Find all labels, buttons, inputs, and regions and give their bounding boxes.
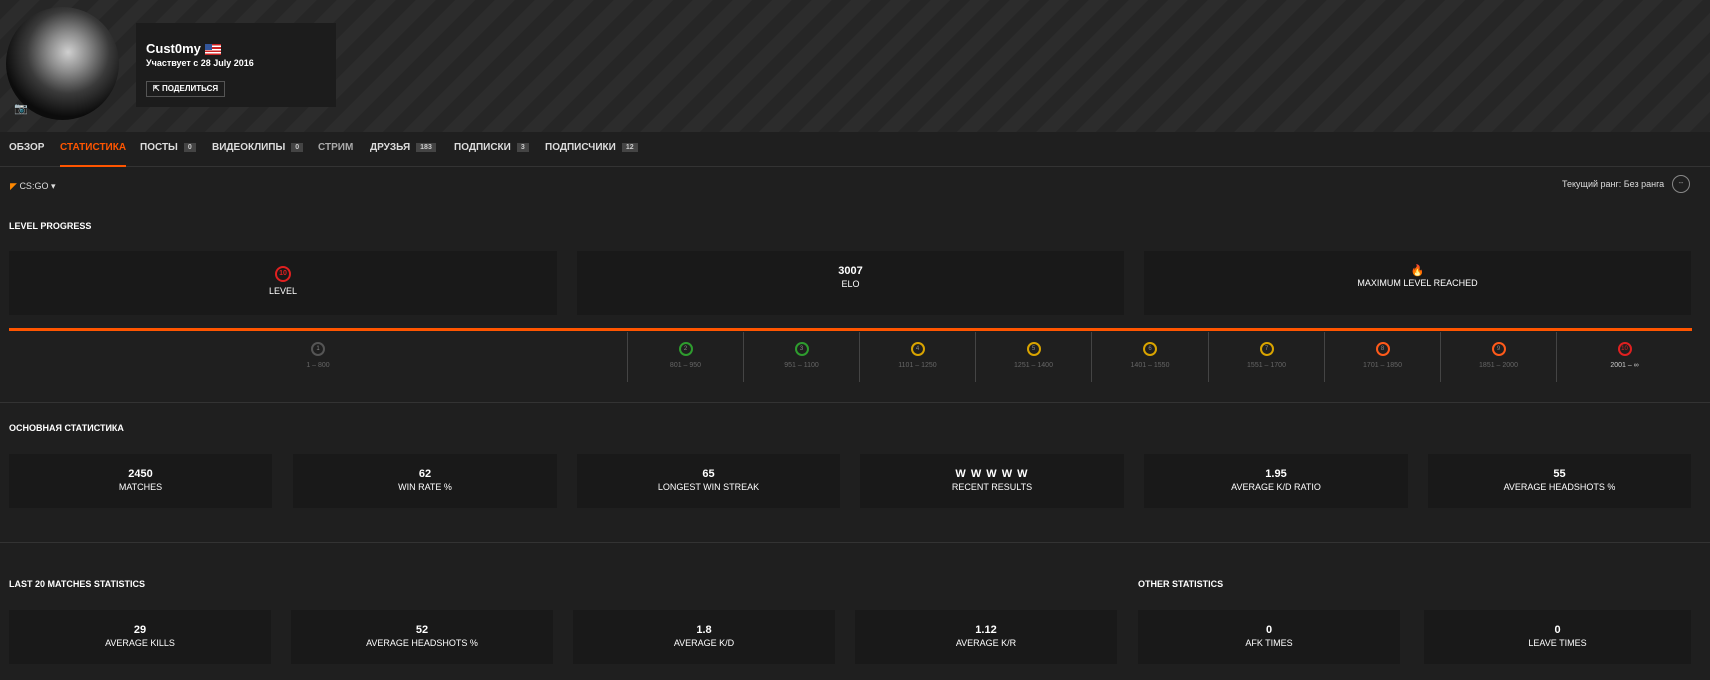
level-10-icon: 10 [275, 266, 291, 282]
level-1-icon: 1 [311, 342, 325, 356]
tab-statistics[interactable]: СТАТИСТИКА [60, 142, 127, 167]
elo-label: ELO [841, 279, 860, 289]
chevron-down-icon: ▾ [50, 181, 56, 191]
stat-card-longest-streak: 65 LONGEST WIN STREAK [577, 454, 840, 508]
username: Cust0my [146, 41, 221, 56]
elo-card: 3007 ELO [577, 251, 1124, 315]
rank-icon: -- [1672, 175, 1690, 193]
level-step-3: 3 951 – 1100 [743, 332, 859, 382]
level-step-9: 9 1851 – 2000 [1440, 332, 1556, 382]
camera-icon[interactable]: 📷 [14, 104, 28, 115]
stat-card-win-rate: 62 WIN RATE % [293, 454, 557, 508]
elo-value: 3007 [838, 265, 863, 277]
stat-card-afk-times: 0 AFK TIMES [1138, 610, 1400, 664]
main-stats-title: ОСНОВНАЯ СТАТИСТИКА [9, 423, 124, 433]
tab-stream[interactable]: СТРИМ [318, 142, 353, 153]
level-2-icon: 2 [678, 342, 693, 356]
level-step-6: 6 1401 – 1550 [1091, 332, 1208, 382]
game-selector[interactable]: ◤ CS:GO ▾ [10, 181, 56, 192]
stat-card-leave-times: 0 LEAVE TIMES [1424, 610, 1691, 664]
level-7-icon: 7 [1259, 342, 1274, 356]
tab-subscribers[interactable]: ПОДПИСЧИКИ 12 [545, 142, 638, 153]
last20-title: LAST 20 MATCHES STATISTICS [9, 579, 146, 589]
level-step-2: 2 801 – 950 [627, 332, 743, 382]
tab-posts[interactable]: ПОСТЫ 0 [140, 142, 196, 153]
friends-count-badge: 183 [416, 142, 436, 152]
level-step-5: 5 1251 – 1400 [975, 332, 1091, 382]
stat-card-avg-kd: 1.95 AVERAGE K/D RATIO [1144, 454, 1408, 508]
level-progress-bar [9, 328, 1692, 331]
stat-card-avg-kills: 29 AVERAGE KILLS [9, 610, 271, 664]
max-level-card: 🔥 MAXIMUM LEVEL REACHED [1144, 251, 1691, 315]
videoclips-count-badge: 0 [291, 142, 304, 152]
member-since: Участвует с 28 July 2016 [146, 58, 254, 68]
current-rank: Текущий ранг: Без ранга [1562, 179, 1665, 189]
subscriptions-count-badge: 3 [516, 142, 529, 152]
tab-overview[interactable]: ОБЗОР [9, 142, 44, 153]
stat-card-recent-results: W W W W W RECENT RESULTS [860, 454, 1124, 508]
level-step-4: 4 1101 – 1250 [859, 332, 975, 382]
stat-card-last20-kd: 1.8 AVERAGE K/D [573, 610, 835, 664]
other-stats-title: OTHER STATISTICS [1138, 579, 1224, 589]
profile-nav: ОБЗОР СТАТИСТИКА ПОСТЫ 0 ВИДЕОКЛИПЫ 0 СТРИ… [0, 132, 1710, 167]
stat-card-avg-headshots: 55 AVERAGE HEADSHOTS % [1428, 454, 1691, 508]
share-icon: ⇱ [153, 84, 162, 93]
level-card: 10 LEVEL [9, 251, 557, 315]
level-8-icon: 8 [1375, 342, 1390, 356]
profile-card: Cust0my Участвует с 28 July 2016 ⇱ ПОДЕЛ… [136, 23, 336, 107]
level-6-icon: 6 [1143, 342, 1157, 356]
csgo-icon: ◤ [10, 181, 17, 191]
level-9-icon: 9 [1491, 342, 1506, 356]
subscribers-count-badge: 12 [621, 142, 638, 152]
tab-friends[interactable]: ДРУЗЬЯ 183 [370, 142, 436, 153]
us-flag-icon [204, 44, 221, 56]
level-progress-title: LEVEL PROGRESS [9, 221, 92, 231]
tab-subscriptions[interactable]: ПОДПИСКИ 3 [454, 142, 529, 153]
level-step-7: 7 1551 – 1700 [1208, 332, 1324, 382]
level-3-icon: 3 [794, 342, 809, 356]
level-step-1: 11 – 800 [9, 332, 627, 382]
posts-count-badge: 0 [183, 142, 196, 152]
section-divider [0, 402, 1710, 403]
fire-icon: 🔥 [1410, 265, 1425, 277]
stat-card-last20-kr: 1.12 AVERAGE K/R [855, 610, 1117, 664]
level-step-10: 10 2001 – ∞ [1556, 332, 1692, 382]
level-step-8: 8 1701 – 1850 [1324, 332, 1440, 382]
tab-videoclips[interactable]: ВИДЕОКЛИПЫ 0 [212, 142, 304, 153]
level-10-step-icon: 10 [1617, 342, 1632, 356]
level-4-icon: 4 [910, 342, 925, 356]
share-button[interactable]: ⇱ ПОДЕЛИТЬСЯ [146, 81, 226, 97]
max-level-label: MAXIMUM LEVEL REACHED [1357, 278, 1478, 288]
section-divider [0, 542, 1710, 543]
stat-card-last20-headshots: 52 AVERAGE HEADSHOTS % [291, 610, 553, 664]
stat-card-matches: 2450 MATCHES [9, 454, 272, 508]
level-5-icon: 5 [1026, 342, 1041, 356]
level-label: LEVEL [268, 286, 298, 296]
